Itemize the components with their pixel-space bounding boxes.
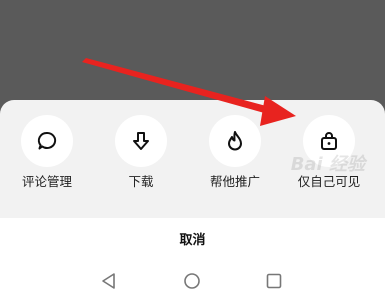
red-arrow-annotation bbox=[82, 58, 296, 126]
